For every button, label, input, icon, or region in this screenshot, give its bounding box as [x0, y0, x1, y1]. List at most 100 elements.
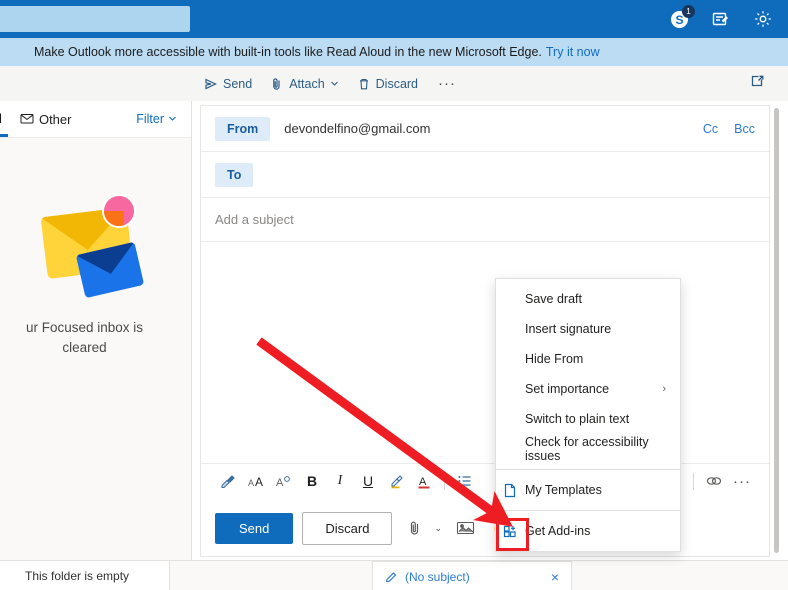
menu-item-hide-from[interactable]: Hide From	[496, 344, 680, 374]
compose-command-bar: Send Attach Discard ···	[0, 66, 788, 101]
chevron-down-icon	[168, 112, 177, 126]
menu-item-check-accessibility[interactable]: Check for accessibility issues	[496, 434, 680, 464]
font-size-icon[interactable]: A	[271, 468, 297, 494]
cc-button[interactable]: Cc	[703, 122, 718, 136]
more-commands-button[interactable]: ···	[428, 75, 466, 92]
popout-icon[interactable]	[749, 73, 788, 95]
menu-item-label: Save draft	[525, 292, 582, 306]
from-chip[interactable]: From	[215, 116, 271, 141]
compose-action-bar: Send Discard ⌄	[201, 500, 769, 556]
gear-icon[interactable]	[752, 8, 774, 30]
pivot-active-indicator	[0, 133, 8, 137]
paperclip-icon	[270, 77, 284, 91]
discard-command-button[interactable]: Discard	[349, 73, 426, 95]
more-options-context-menu: Save draft Insert signature Hide From Se…	[495, 278, 681, 552]
trash-icon	[357, 77, 371, 91]
menu-item-save-draft[interactable]: Save draft	[496, 284, 680, 314]
banner-link[interactable]: Try it now	[546, 45, 600, 59]
empty-inbox-illustration	[36, 190, 156, 300]
menu-item-label: Hide From	[525, 352, 584, 366]
banner-text: Make Outlook more accessible with built-…	[34, 45, 542, 59]
draft-tab-label: (No subject)	[405, 569, 470, 584]
discard-command-label: Discard	[375, 76, 419, 91]
filter-dropdown[interactable]: Filter	[136, 112, 177, 126]
subject-row[interactable]: Add a subject	[201, 198, 769, 242]
accessibility-banner: Make Outlook more accessible with built-…	[0, 38, 788, 66]
from-address[interactable]: devondelfino@gmail.com	[284, 121, 430, 136]
vertical-scrollbar[interactable]	[774, 108, 779, 553]
toolbar-separator-right	[693, 472, 694, 490]
empty-inbox-text: ur Focused inbox is cleared	[0, 318, 170, 358]
message-list-pane: d Other Filter	[0, 101, 192, 560]
draft-tab[interactable]: (No subject) ×	[372, 561, 572, 590]
pivot-focused[interactable]: d	[0, 111, 8, 137]
menu-item-insert-signature[interactable]: Insert signature	[496, 314, 680, 344]
menu-separator	[496, 469, 680, 470]
svg-text:A: A	[276, 477, 284, 489]
pivot-other[interactable]: Other	[20, 111, 72, 127]
discard-button[interactable]: Discard	[302, 511, 393, 545]
pivot-other-label: Other	[38, 111, 72, 127]
menu-item-get-addins[interactable]: Get Add-ins	[496, 516, 680, 546]
to-row[interactable]: To	[201, 152, 769, 198]
send-command-button[interactable]: Send	[196, 73, 260, 95]
highlight-icon[interactable]	[383, 468, 409, 494]
formatting-toolbar: A A A B I U A ···	[201, 463, 769, 498]
chevron-right-icon: ›	[662, 383, 666, 395]
from-row: From devondelfino@gmail.com Cc Bcc	[201, 106, 769, 152]
bottom-status-strip: This folder is empty (No subject) ×	[0, 560, 788, 590]
to-chip[interactable]: To	[215, 162, 254, 187]
addins-icon	[503, 524, 519, 538]
italic-icon[interactable]: I	[327, 468, 353, 494]
attach-command-button[interactable]: Attach	[262, 73, 346, 95]
pivot-focused-label: d	[0, 111, 2, 126]
menu-item-label: Check for accessibility issues	[525, 435, 649, 463]
attach-file-icon[interactable]	[401, 514, 429, 542]
filter-label: Filter	[136, 112, 164, 126]
pencil-icon	[385, 569, 398, 585]
bold-icon[interactable]: B	[299, 468, 325, 494]
menu-item-label: Get Add-ins	[525, 524, 591, 538]
bullet-list-icon[interactable]	[452, 468, 478, 494]
svg-text:A: A	[248, 478, 254, 488]
menu-item-label: Switch to plain text	[525, 412, 630, 426]
font-icon[interactable]: A A	[243, 468, 269, 494]
attach-chevron-icon[interactable]: ⌄	[434, 523, 442, 534]
notes-icon[interactable]	[710, 8, 732, 30]
message-list-pivots: d Other Filter	[0, 101, 191, 138]
folder-empty-status: This folder is empty	[0, 561, 170, 590]
app-header: S 1	[0, 0, 788, 38]
send-button[interactable]: Send	[215, 512, 294, 544]
cc-bcc-group: Cc Bcc	[703, 122, 755, 136]
empty-inbox-line2: cleared	[62, 340, 107, 355]
bcc-button[interactable]: Bcc	[734, 122, 755, 136]
chevron-down-icon	[330, 79, 339, 88]
search-input[interactable]	[0, 6, 190, 32]
compose-pane: From devondelfino@gmail.com Cc Bcc To Ad…	[200, 105, 770, 557]
font-color-icon[interactable]: A	[411, 468, 437, 494]
header-icon-group: S 1	[668, 5, 788, 30]
svg-text:A: A	[255, 475, 263, 489]
svg-text:A: A	[419, 476, 427, 488]
send-paper-plane-icon	[204, 77, 218, 91]
send-command-label: Send	[223, 76, 253, 91]
menu-item-my-templates[interactable]: My Templates	[496, 475, 680, 505]
underline-icon[interactable]: U	[355, 468, 381, 494]
close-icon[interactable]: ×	[551, 569, 559, 585]
menu-item-label: Set importance	[525, 382, 610, 396]
skype-icon[interactable]: S 1	[668, 5, 695, 30]
envelope-icon	[20, 112, 34, 127]
format-painter-icon[interactable]	[215, 468, 241, 494]
menu-item-switch-to-plain-text[interactable]: Switch to plain text	[496, 404, 680, 434]
empty-inbox-line1: ur Focused inbox is	[25, 320, 144, 335]
menu-separator-2	[496, 510, 680, 511]
link-icon[interactable]	[701, 468, 727, 494]
more-format-icon[interactable]: ···	[729, 468, 755, 494]
insert-picture-icon[interactable]	[451, 514, 479, 542]
menu-item-label: My Templates	[525, 483, 602, 497]
message-body-input[interactable]	[201, 242, 769, 482]
subject-input[interactable]: Add a subject	[215, 212, 294, 227]
menu-item-set-importance[interactable]: Set importance ›	[496, 374, 680, 404]
inbox-empty-state: ur Focused inbox is cleared	[0, 190, 191, 358]
toolbar-separator	[444, 472, 445, 490]
